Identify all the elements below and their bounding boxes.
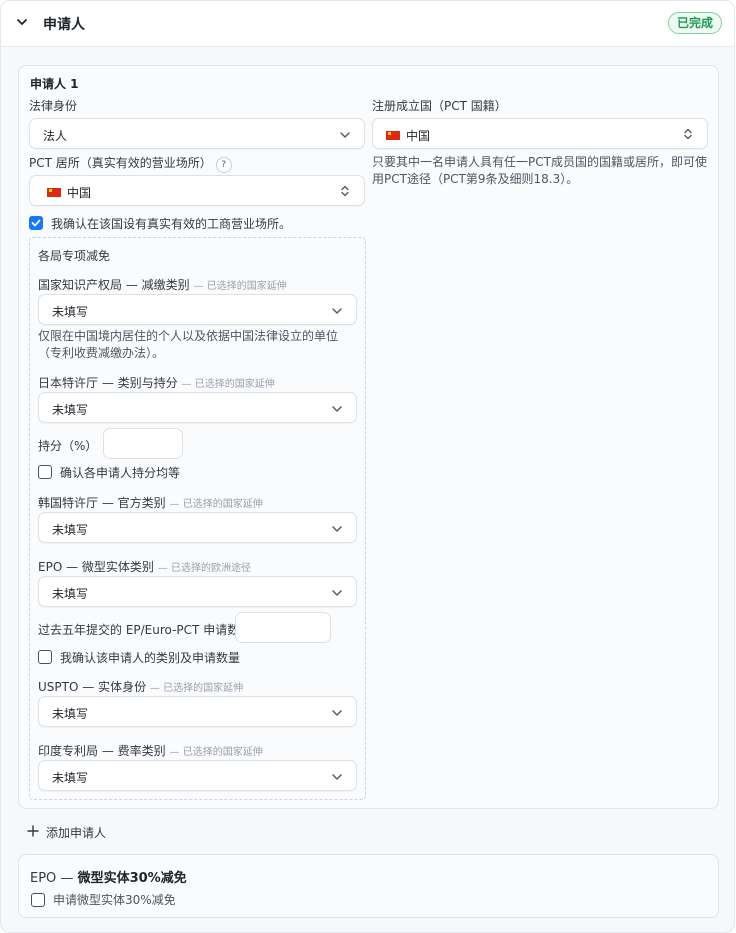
- help-icon[interactable]: ?: [215, 157, 232, 173]
- sort-updown-icon: [684, 128, 692, 140]
- epo-category-select[interactable]: 未填写: [38, 576, 357, 607]
- cnipa-note: 仅限在中国境内居住的个人以及依据中国法律设立的单位（专利收费减缴办法）。: [38, 329, 339, 360]
- uspto-label: USPTO — 实体身份 — 已选择的国家延伸: [38, 680, 244, 694]
- epo-micro-card: [18, 854, 719, 918]
- epo-micro-title: EPO — 微型实体30%减免: [30, 871, 187, 886]
- epo-micro-checkbox[interactable]: [31, 893, 45, 907]
- pct-residence-label: PCT 居所（真实有效的营业场所）?: [29, 154, 232, 173]
- chevron-down-icon: [332, 774, 342, 780]
- chevron-down-icon: [332, 406, 342, 412]
- legal-status-value: 法人: [43, 129, 68, 143]
- chevron-down-icon: [332, 526, 342, 532]
- jpo-equal-share-checkbox[interactable]: [38, 465, 52, 479]
- pct-residence-value: 中国: [67, 186, 92, 200]
- epo-count-input[interactable]: [235, 612, 331, 643]
- jpo-label: 日本特许厅 — 类别与持分 — 已选择的国家延伸: [38, 376, 275, 390]
- cnipa-label: 国家知识产权局 — 减缴类别 — 已选择的国家延伸: [38, 278, 287, 292]
- china-flag-icon: [47, 188, 61, 197]
- ipo-rate-select[interactable]: 未填写: [38, 760, 357, 791]
- jpo-equal-share-label: 确认各申请人持分均等: [60, 466, 181, 480]
- confirm-business-label: 我确认在该国设有真实有效的工商营业场所。: [51, 217, 292, 231]
- chevron-down-icon: [332, 590, 342, 596]
- cnipa-category-select[interactable]: 未填写: [38, 294, 357, 325]
- registration-country-value: 中国: [406, 129, 431, 143]
- status-badge: 已完成: [667, 12, 722, 34]
- legal-status-select[interactable]: 法人: [29, 118, 365, 149]
- sort-updown-icon: [341, 185, 349, 197]
- jpo-share-label: 持分（%）: [38, 439, 98, 453]
- add-applicant-label: 添加申请人: [46, 826, 107, 840]
- registration-country-label: 注册成立国（PCT 国籍）: [372, 99, 507, 113]
- panel-title: 申请人: [43, 17, 85, 33]
- legal-status-label: 法律身份: [29, 99, 78, 113]
- pct-route-note: 只要其中一名申请人具有任一PCT成员国的国籍或居所，即可使用PCT途径（PCT第…: [372, 155, 707, 186]
- plus-icon: [27, 825, 39, 837]
- ipo-label: 印度专利局 — 费率类别 — 已选择的国家延伸: [38, 744, 263, 758]
- check-icon: [31, 219, 41, 227]
- applicant-title: 申请人 1: [30, 77, 79, 91]
- jpo-share-input[interactable]: [103, 428, 183, 459]
- chevron-down-icon: [332, 710, 342, 716]
- epo-count-label: 过去五年提交的 EP/Euro-PCT 申请数: [38, 623, 240, 637]
- epo-label: EPO — 微型实体类别 — 已选择的欧洲途径: [38, 560, 251, 574]
- kipo-label: 韩国特许厅 — 官方类别 — 已选择的国家延伸: [38, 496, 263, 510]
- china-flag-icon: [386, 131, 400, 140]
- chevron-down-icon[interactable]: [15, 15, 29, 29]
- pct-residence-select[interactable]: 中国: [29, 175, 365, 206]
- chevron-down-icon: [332, 308, 342, 314]
- kipo-category-select[interactable]: 未填写: [38, 512, 357, 543]
- jpo-category-select[interactable]: 未填写: [38, 392, 357, 423]
- epo-confirm-checkbox[interactable]: [38, 650, 52, 664]
- applicant-panel: 申请人 已完成 申请人 1 法律身份 法人 注册成立国（PCT 国籍） 中国 P…: [0, 0, 735, 933]
- registration-country-select[interactable]: 中国: [372, 118, 708, 149]
- confirm-business-checkbox[interactable]: [29, 216, 43, 230]
- chevron-down-icon: [340, 132, 350, 138]
- uspto-entity-select[interactable]: 未填写: [38, 696, 357, 727]
- epo-micro-checkbox-label: 申请微型实体30%减免: [53, 893, 176, 907]
- panel-header[interactable]: 申请人 已完成: [1, 1, 734, 47]
- epo-confirm-label: 我确认该申请人的类别及申请数量: [60, 651, 241, 665]
- reductions-title: 各局专项减免: [38, 249, 111, 263]
